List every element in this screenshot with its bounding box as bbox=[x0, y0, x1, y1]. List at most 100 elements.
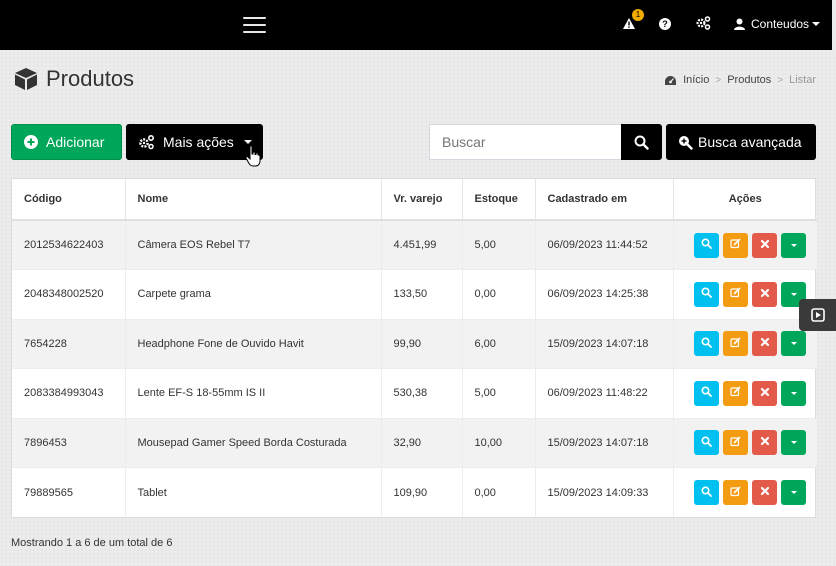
search-plus-icon bbox=[679, 135, 693, 150]
close-icon bbox=[760, 288, 770, 301]
more-actions-button[interactable]: Mais ações bbox=[126, 124, 263, 160]
advanced-search-label: Busca avançada bbox=[698, 134, 802, 150]
search-input[interactable] bbox=[429, 124, 622, 160]
codigo-cell: 2012534622403 bbox=[12, 219, 126, 270]
vr-varejo-cell: 32,90 bbox=[381, 417, 463, 468]
plus-circle-icon bbox=[24, 135, 38, 149]
row-menu-button[interactable] bbox=[781, 331, 807, 357]
vr-varejo-cell: 4.451,99 bbox=[381, 219, 463, 270]
breadcrumb-home[interactable]: Início bbox=[683, 74, 709, 86]
table-row: 2012534622403 Câmera EOS Rebel T7 4.451,99… bbox=[12, 219, 817, 270]
view-button[interactable] bbox=[694, 331, 720, 357]
delete-button[interactable] bbox=[752, 480, 778, 505]
nome-cell: Tablet bbox=[125, 467, 382, 517]
cadastrado-cell: 15/09/2023 14:07:18 bbox=[535, 318, 674, 369]
view-button[interactable] bbox=[694, 380, 720, 406]
breadcrumb-separator: > bbox=[777, 74, 784, 86]
row-menu-button[interactable] bbox=[781, 480, 807, 505]
chevron-down-icon bbox=[812, 22, 821, 26]
cadastrado-cell: 06/09/2023 14:25:38 bbox=[535, 269, 674, 319]
chevron-down-icon bbox=[790, 342, 797, 346]
advanced-search-button[interactable]: Busca avançada bbox=[666, 124, 816, 160]
pagination-summary: Mostrando 1 a 6 de um total de 6 bbox=[11, 537, 173, 549]
view-button[interactable] bbox=[694, 232, 720, 258]
edit-button[interactable] bbox=[723, 232, 749, 258]
cogs-icon bbox=[139, 134, 155, 150]
column-header-nome[interactable]: Nome bbox=[125, 179, 382, 221]
chevron-down-icon bbox=[790, 292, 797, 296]
edit-button[interactable] bbox=[723, 430, 749, 456]
row-menu-button[interactable] bbox=[781, 232, 807, 258]
table-row: 7896453 Mousepad Gamer Speed Borda Costur… bbox=[12, 417, 817, 468]
close-icon bbox=[760, 337, 770, 350]
close-icon bbox=[760, 239, 770, 252]
row-menu-button[interactable] bbox=[781, 430, 807, 456]
estoque-cell: 10,00 bbox=[462, 417, 536, 468]
column-header-estoque[interactable]: Estoque bbox=[462, 179, 536, 221]
user-menu-label: Conteudos bbox=[751, 17, 810, 31]
search-icon bbox=[634, 135, 649, 150]
search-button[interactable] bbox=[621, 124, 662, 160]
column-header-codigo[interactable]: Código bbox=[12, 179, 126, 221]
view-button[interactable] bbox=[694, 480, 720, 505]
vr-varejo-cell: 133,50 bbox=[381, 269, 463, 319]
edit-button[interactable] bbox=[723, 281, 749, 307]
more-actions-label: Mais ações bbox=[163, 134, 234, 150]
delete-button[interactable] bbox=[752, 380, 778, 406]
codigo-cell: 2083384993043 bbox=[12, 368, 126, 418]
estoque-cell: 5,00 bbox=[462, 368, 536, 418]
user-menu[interactable]: Conteudos bbox=[734, 14, 821, 34]
chevron-down-icon bbox=[790, 491, 797, 494]
edit-icon bbox=[730, 287, 741, 301]
actions-cell bbox=[673, 368, 817, 418]
dashboard-icon bbox=[665, 75, 677, 85]
add-button[interactable]: Adicionar bbox=[11, 124, 122, 160]
edit-button[interactable] bbox=[723, 380, 749, 406]
side-panel-toggle[interactable] bbox=[799, 299, 836, 331]
breadcrumb-separator: > bbox=[715, 74, 722, 86]
close-icon bbox=[760, 436, 770, 449]
search-icon bbox=[701, 337, 713, 351]
chevron-down-icon bbox=[790, 391, 797, 395]
table-row: 2048348002520 Carpete grama 133,50 0,00 06/0… bbox=[12, 269, 817, 319]
nome-cell: Lente EF-S 18-55mm IS II bbox=[125, 368, 382, 418]
actions-cell bbox=[673, 417, 817, 468]
table-row: 79889565 Tablet 109,90 0,00 15/09/2023 14:09… bbox=[12, 467, 817, 517]
edit-icon bbox=[730, 386, 741, 400]
actions-cell bbox=[673, 467, 817, 517]
chevron-down-icon bbox=[790, 441, 797, 445]
delete-button[interactable] bbox=[752, 331, 778, 357]
search-icon bbox=[701, 287, 713, 301]
table-row: 7654228 Headphone Fone de Ouvido Havit 99,… bbox=[12, 318, 817, 369]
search-icon bbox=[701, 238, 713, 252]
delete-button[interactable] bbox=[752, 430, 778, 456]
cogs-icon[interactable] bbox=[695, 15, 711, 37]
menu-toggle-icon[interactable] bbox=[243, 17, 266, 33]
breadcrumb: Início > Produtos > Listar bbox=[664, 74, 816, 86]
delete-button[interactable] bbox=[752, 281, 778, 307]
close-icon bbox=[760, 486, 770, 499]
column-header-cadastrado[interactable]: Cadastrado em bbox=[535, 179, 674, 221]
row-menu-button[interactable] bbox=[781, 380, 807, 406]
top-navbar: 1 ? Conteudos bbox=[0, 0, 836, 50]
estoque-cell: 0,00 bbox=[462, 269, 536, 319]
actions-cell bbox=[673, 318, 817, 369]
delete-button[interactable] bbox=[752, 232, 778, 258]
help-icon[interactable]: ? bbox=[659, 18, 671, 30]
breadcrumb-current: Listar bbox=[789, 74, 816, 86]
user-icon bbox=[734, 18, 745, 30]
nome-cell: Headphone Fone de Ouvido Havit bbox=[125, 318, 382, 369]
view-button[interactable] bbox=[694, 281, 720, 307]
edit-icon bbox=[730, 337, 741, 351]
edit-button[interactable] bbox=[723, 331, 749, 357]
view-button[interactable] bbox=[694, 430, 720, 456]
edit-icon bbox=[730, 238, 741, 252]
products-table: Código Nome Vr. varejo Estoque Cadastrad… bbox=[11, 178, 817, 518]
search-icon bbox=[701, 436, 713, 450]
breadcrumb-produtos[interactable]: Produtos bbox=[727, 74, 771, 86]
estoque-cell: 5,00 bbox=[462, 219, 536, 270]
cadastrado-cell: 15/09/2023 14:09:33 bbox=[535, 467, 674, 517]
nome-cell: Câmera EOS Rebel T7 bbox=[125, 219, 382, 270]
edit-button[interactable] bbox=[723, 480, 749, 505]
column-header-vr-varejo[interactable]: Vr. varejo bbox=[381, 179, 463, 221]
